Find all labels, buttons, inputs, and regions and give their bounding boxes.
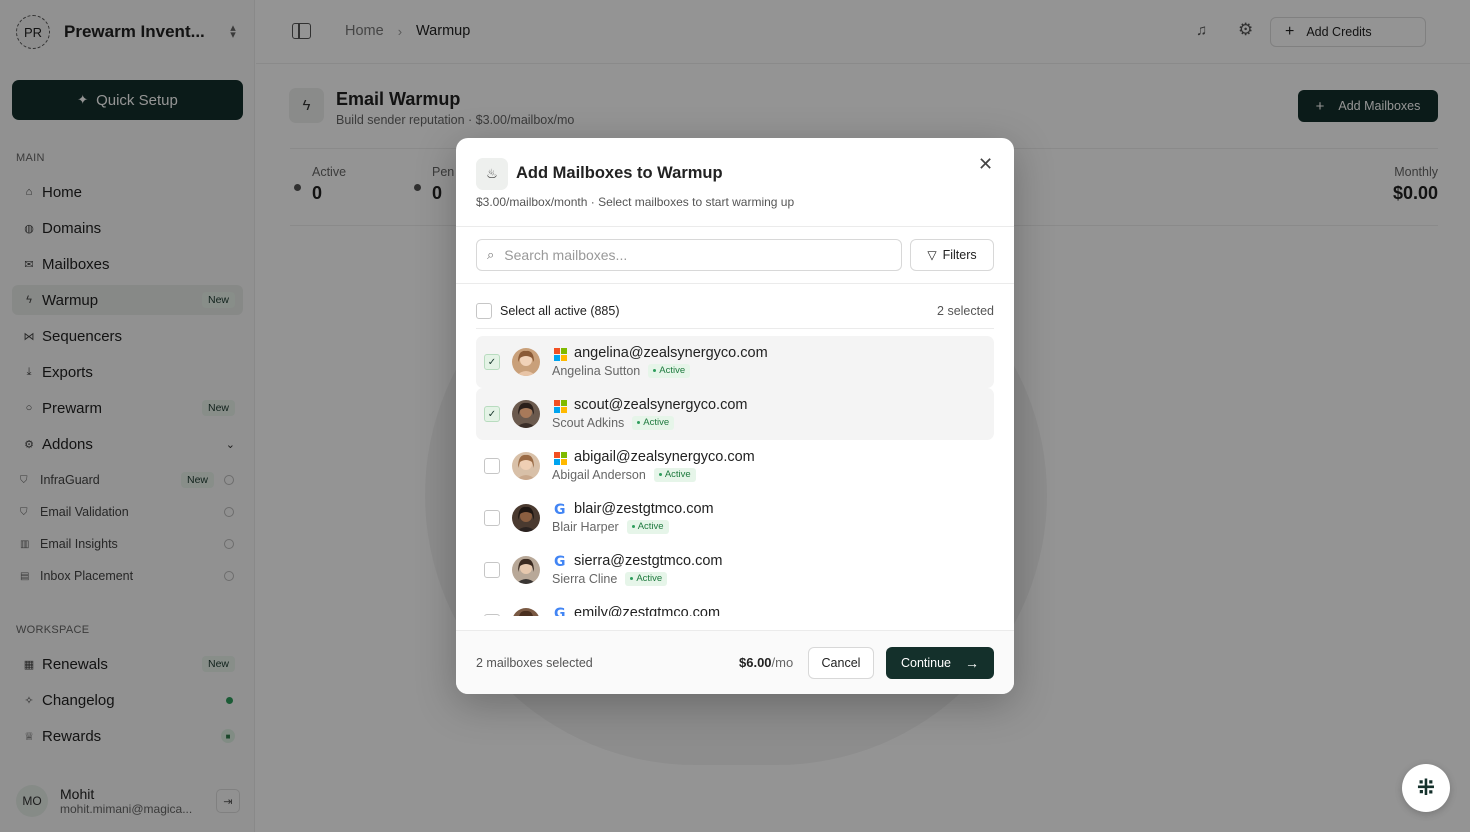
avatar [512,556,540,584]
mailbox-checkbox[interactable] [484,458,500,474]
google-icon: G [554,502,566,518]
microsoft-icon [554,452,567,465]
mailbox-row[interactable]: ✓ angelina@zealsynergyco.com Angelina Su… [476,336,994,388]
mailbox-row[interactable]: ✓ scout@zealsynergyco.com Scout Adkins Ac… [476,388,994,440]
select-all-label: Select all active (885) [500,304,620,318]
status-badge: Active [648,364,691,378]
mailbox-owner: Blair Harper [552,520,619,534]
selected-count: 2 selected [937,304,994,318]
avatar [512,608,540,616]
filters-button[interactable]: ▽ Filters [910,239,994,271]
avatar [512,348,540,376]
filter-icon: ▽ [927,248,937,262]
divider [456,226,1014,227]
price-value: $6.00 [739,655,772,670]
cancel-button[interactable]: Cancel [808,647,874,679]
select-all-checkbox[interactable] [476,303,492,319]
continue-label: Continue [900,656,952,670]
avatar [512,452,540,480]
modal-footer: 2 mailboxes selected $6.00/mo Cancel Con… [456,630,1014,694]
mailbox-owner: Angelina Sutton [552,364,641,378]
mailbox-owner: Sierra Cline [552,572,618,586]
mailbox-owner: Scout Adkins [552,416,625,430]
mailbox-row[interactable]: abigail@zealsynergyco.com Abigail Anders… [476,440,994,492]
price-unit: /mo [771,655,794,670]
mailbox-email: emily@zestgtmco.com [574,605,721,616]
selected-summary: 2 mailboxes selected [476,656,593,670]
avatar [512,504,540,532]
mailbox-row[interactable]: G emily@zestgtmco.com [476,596,994,616]
avatar [512,400,540,428]
search-input[interactable] [504,247,901,263]
mailbox-email: angelina@zealsynergyco.com [574,345,768,361]
mailbox-owner: Abigail Anderson [552,468,646,482]
mailbox-checkbox[interactable] [484,510,500,526]
mailbox-row[interactable]: G blair@zestgtmco.com Blair Harper Active [476,492,994,544]
divider [476,328,994,329]
modal-title: Add Mailboxes to Warmup [516,164,723,182]
support-chat-icon[interactable]: ⁜ [1402,764,1450,812]
mailbox-checkbox[interactable] [484,562,500,578]
arrow-right-icon: → [965,655,980,671]
mailbox-checkbox[interactable] [484,614,500,616]
mailbox-checkbox[interactable]: ✓ [484,406,500,422]
mailbox-row[interactable]: G sierra@zestgtmco.com Sierra Cline Activ… [476,544,994,596]
close-icon[interactable]: ✕ [978,154,993,175]
google-icon: G [554,554,566,570]
mailbox-email: scout@zealsynergyco.com [574,397,748,413]
continue-button[interactable]: Continue → [886,647,994,679]
modal-subtitle: $3.00/mailbox/month · Select mailboxes t… [476,195,795,209]
microsoft-icon [554,348,567,361]
status-badge: Active [632,416,675,430]
status-badge: Active [625,572,668,586]
search-box: ⌕ [476,239,902,271]
add-mailboxes-modal: ♨ Add Mailboxes to Warmup $3.00/mailbox/… [456,138,1014,694]
select-all-row: Select all active (885) 2 selected [476,303,994,319]
status-badge: Active [626,520,669,534]
mailbox-email: sierra@zestgtmco.com [574,553,723,569]
mailbox-checkbox[interactable]: ✓ [484,354,500,370]
mailbox-email: abigail@zealsynergyco.com [574,449,755,465]
mailbox-email: blair@zestgtmco.com [574,501,714,517]
mailbox-list[interactable]: ✓ angelina@zealsynergyco.com Angelina Su… [476,336,994,616]
divider [456,283,1014,284]
google-icon: G [554,606,566,616]
microsoft-icon [554,400,567,413]
filters-label: Filters [942,248,977,262]
search-icon: ⌕ [487,247,495,262]
status-badge: Active [653,468,696,482]
total-price: $6.00/mo [739,655,793,670]
flame-icon: ♨ [476,158,508,190]
